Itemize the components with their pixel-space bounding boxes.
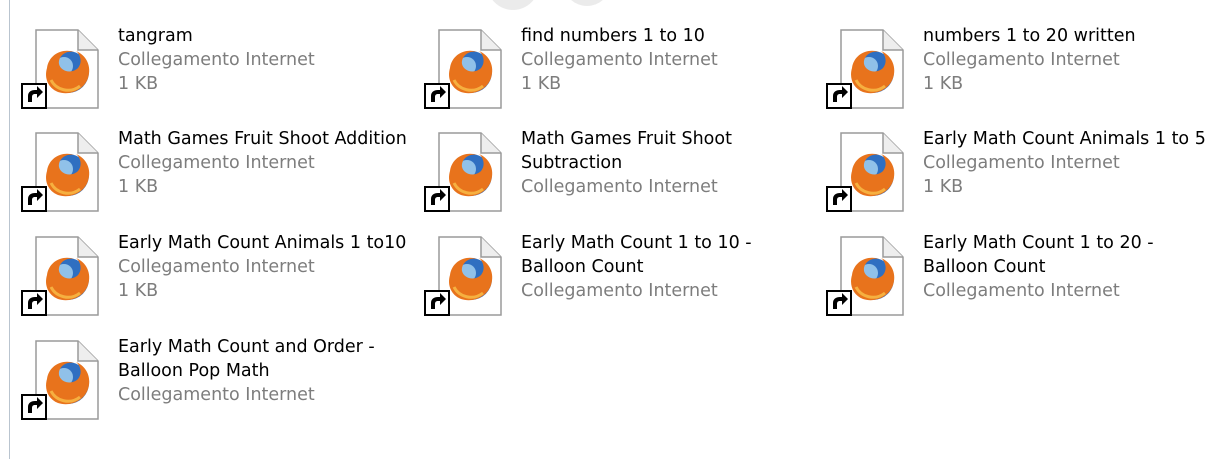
- file-size-label: 1 KB: [118, 281, 159, 301]
- file-name-line[interactable]: numbers 1 to 20 written: [923, 24, 1210, 48]
- file-name[interactable]: Early Math Count 1 to 10 - Balloon Count: [521, 231, 821, 279]
- file-type-label: Collegamento Internet: [118, 50, 315, 70]
- file-type-label: Collegamento Internet: [118, 385, 315, 405]
- file-name[interactable]: Early Math Count and Order - Balloon Pop …: [118, 335, 418, 383]
- file-name-line[interactable]: tangram: [118, 24, 418, 48]
- firefox-shortcut-icon[interactable]: [423, 235, 507, 319]
- file-type-label: Collegamento Internet: [923, 153, 1120, 173]
- file-name-line[interactable]: Balloon Count: [923, 255, 1210, 279]
- file-info: tangram Collegamento Internet 1 KB: [118, 24, 418, 96]
- file-size-label: 1 KB: [521, 74, 562, 94]
- firefox-shortcut-icon[interactable]: [423, 28, 507, 112]
- file-info: numbers 1 to 20 written Collegamento Int…: [923, 24, 1210, 96]
- file-name-line[interactable]: Math Games Fruit Shoot: [521, 127, 821, 151]
- file-type-label: Collegamento Internet: [118, 153, 315, 173]
- firefox-shortcut-icon[interactable]: [20, 28, 104, 112]
- file-size-label: 1 KB: [118, 177, 159, 197]
- firefox-shortcut-icon[interactable]: [423, 131, 507, 215]
- file-info: Early Math Count Animals 1 to10 Collegam…: [118, 231, 418, 303]
- file-size-label: 1 KB: [118, 74, 159, 94]
- file-item[interactable]: numbers 1 to 20 written Collegamento Int…: [805, 24, 1205, 114]
- file-name[interactable]: Early Math Count Animals 1 to10: [118, 231, 418, 255]
- file-info: Math Games Fruit Shoot Addition Collegam…: [118, 127, 418, 199]
- file-item[interactable]: Early Math Count Animals 1 to 5 Collegam…: [805, 127, 1206, 217]
- file-size-label: 1 KB: [923, 74, 964, 94]
- file-name[interactable]: Early Math Count Animals 1 to 5: [923, 127, 1210, 151]
- firefox-shortcut-icon[interactable]: [20, 131, 104, 215]
- file-name-line[interactable]: Subtraction: [521, 151, 821, 175]
- file-item[interactable]: Early Math Count 1 to 20 - Balloon Count …: [805, 231, 1205, 321]
- file-name[interactable]: find numbers 1 to 10: [521, 24, 821, 48]
- file-info: Early Math Count Animals 1 to 5 Collegam…: [923, 127, 1210, 199]
- file-item[interactable]: tangram Collegamento Internet 1 KB: [0, 24, 400, 114]
- file-info: Early Math Count and Order - Balloon Pop …: [118, 335, 418, 407]
- file-name-line[interactable]: Early Math Count Animals 1 to 5: [923, 127, 1210, 151]
- file-type-label: Collegamento Internet: [521, 281, 718, 301]
- file-info: Early Math Count 1 to 20 - Balloon Count …: [923, 231, 1210, 303]
- file-item[interactable]: Early Math Count Animals 1 to10 Collegam…: [0, 231, 406, 321]
- file-name[interactable]: numbers 1 to 20 written: [923, 24, 1210, 48]
- file-name-line[interactable]: Early Math Count 1 to 20 -: [923, 231, 1210, 255]
- file-name-line[interactable]: Math Games Fruit Shoot Addition: [118, 127, 418, 151]
- file-name[interactable]: Math Games Fruit Shoot Addition: [118, 127, 418, 151]
- file-info: Early Math Count 1 to 10 - Balloon Count …: [521, 231, 821, 303]
- file-name-line[interactable]: Early Math Count Animals 1 to10: [118, 231, 418, 255]
- file-type-label: Collegamento Internet: [521, 177, 718, 197]
- file-name-line[interactable]: Balloon Pop Math: [118, 359, 418, 383]
- file-name-line[interactable]: Balloon Count: [521, 255, 821, 279]
- file-name[interactable]: tangram: [118, 24, 418, 48]
- firefox-shortcut-icon[interactable]: [825, 131, 909, 215]
- file-item[interactable]: Early Math Count and Order - Balloon Pop …: [0, 335, 400, 425]
- file-info: Math Games Fruit Shoot Subtraction Colleg…: [521, 127, 821, 199]
- file-type-label: Collegamento Internet: [923, 50, 1120, 70]
- firefox-shortcut-icon[interactable]: [825, 235, 909, 319]
- file-type-label: Collegamento Internet: [118, 257, 315, 277]
- file-item[interactable]: find numbers 1 to 10 Collegamento Intern…: [403, 24, 803, 114]
- file-name-line[interactable]: Early Math Count 1 to 10 -: [521, 231, 821, 255]
- file-name-line[interactable]: Early Math Count and Order -: [118, 335, 418, 359]
- file-name[interactable]: Early Math Count 1 to 20 - Balloon Count: [923, 231, 1210, 279]
- file-item[interactable]: Early Math Count 1 to 10 - Balloon Count …: [403, 231, 803, 321]
- file-item[interactable]: Math Games Fruit Shoot Addition Collegam…: [0, 127, 407, 217]
- file-info: find numbers 1 to 10 Collegamento Intern…: [521, 24, 821, 96]
- firefox-shortcut-icon[interactable]: [825, 28, 909, 112]
- file-type-label: Collegamento Internet: [521, 50, 718, 70]
- file-name-line[interactable]: find numbers 1 to 10: [521, 24, 821, 48]
- file-size-label: 1 KB: [923, 177, 964, 197]
- file-icon-view: tangram Collegamento Internet 1 KB find …: [0, 0, 1210, 459]
- firefox-shortcut-icon[interactable]: [20, 235, 104, 319]
- explorer-window: tangram Collegamento Internet 1 KB find …: [0, 0, 1210, 459]
- file-name[interactable]: Math Games Fruit Shoot Subtraction: [521, 127, 821, 175]
- file-item[interactable]: Math Games Fruit Shoot Subtraction Colleg…: [403, 127, 803, 217]
- file-type-label: Collegamento Internet: [923, 281, 1120, 301]
- firefox-shortcut-icon[interactable]: [20, 339, 104, 423]
